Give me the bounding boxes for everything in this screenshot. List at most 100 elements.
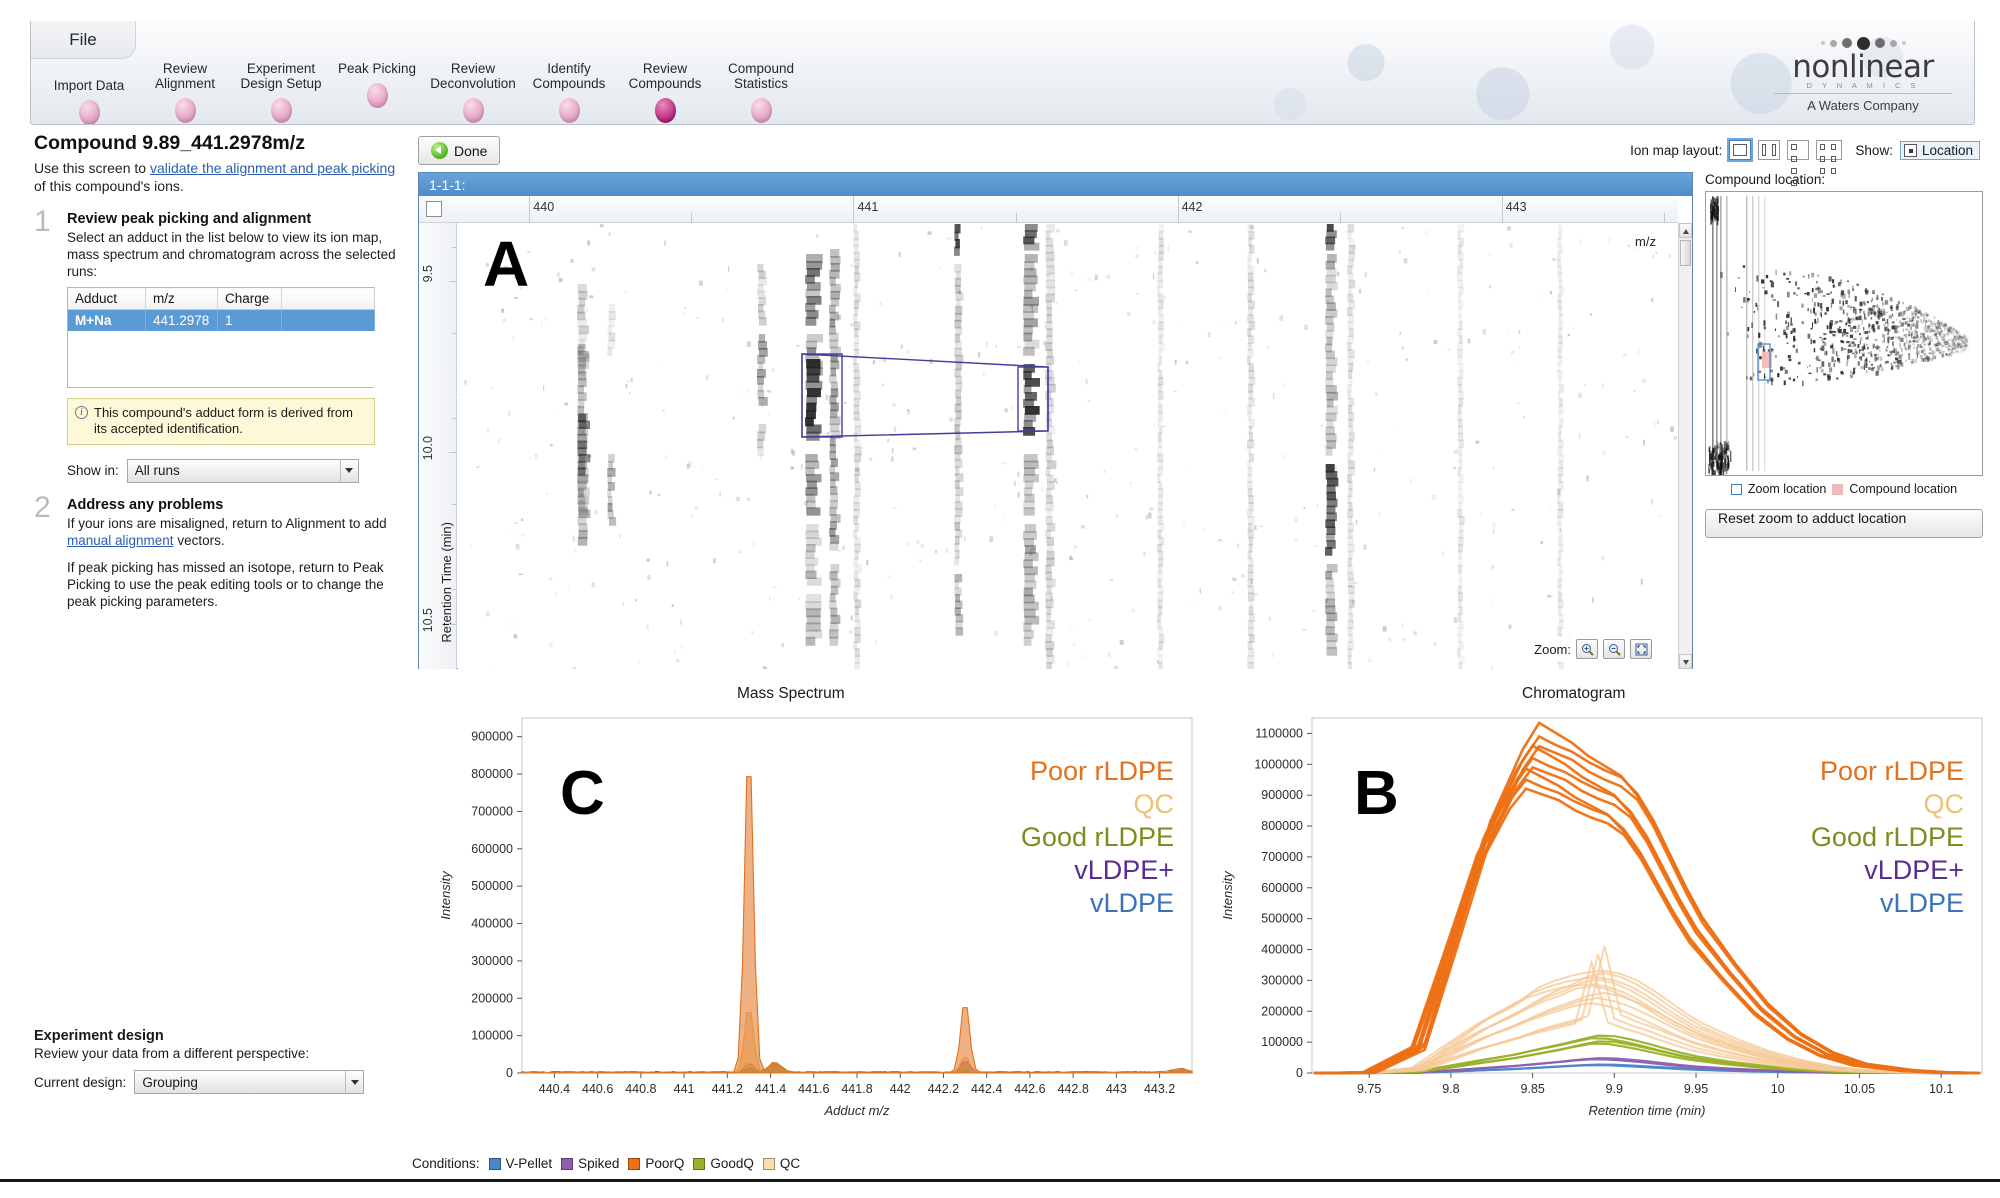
step2-prefix: If your ions are misaligned, return to A…: [67, 515, 387, 531]
ion-map-y-tick: [449, 281, 456, 283]
svg-text:B: B: [1354, 759, 1399, 828]
workflow-step-dot-icon[interactable]: [654, 98, 676, 123]
chromatogram-chart[interactable]: 0 100000 200000 300000 400000 500000 600000 700…: [1190, 710, 1990, 1135]
reset-zoom-button[interactable]: Reset zoom to adduct location: [1705, 509, 1983, 538]
nonlinear-logo: nonlinear D Y N A M I C S A Waters Compa…: [1768, 35, 1958, 113]
col-mz: m/z: [145, 287, 218, 310]
ion-map-panel[interactable]: 1-1-1: 440 441 442 443 Retention Time (min)…: [418, 172, 1693, 669]
workflow-step-dot-icon[interactable]: [462, 98, 484, 123]
table-header-row: Adduct m/z Charge: [67, 287, 375, 310]
back-arrow-icon: [431, 142, 448, 159]
cell-charge: 1: [217, 309, 282, 331]
workflow-step-import-data[interactable]: Import Data: [41, 61, 137, 124]
ion-map-plot[interactable]: A m/z Zoom:: [458, 224, 1678, 669]
show-in-select[interactable]: All runs: [126, 458, 359, 483]
workflow-step-review-deconvolution[interactable]: Review Deconvolution: [425, 61, 521, 123]
svg-text:600000: 600000: [1261, 881, 1303, 895]
workflow-step-peak-picking[interactable]: Peak Picking: [329, 61, 425, 108]
svg-text:QC: QC: [1134, 789, 1175, 819]
workflow-step-dot-icon[interactable]: [270, 98, 292, 123]
ion-map-select-checkbox[interactable]: [426, 201, 442, 217]
workflow-step-review-compounds[interactable]: Review Compounds: [617, 61, 713, 123]
ion-map-y-axis: Retention Time (min) 9.5 10.0 10.5: [419, 223, 457, 669]
info-note: i This compound's adduct form is derived…: [67, 397, 375, 445]
step-1-number: 1: [34, 205, 51, 238]
step-1: 1 Review peak picking and alignment Sele…: [34, 205, 409, 483]
layout-2x2-button[interactable]: [1787, 140, 1810, 186]
workflow-step-dot-icon[interactable]: [366, 83, 388, 108]
workflow-step-dot-icon[interactable]: [750, 98, 772, 123]
ion-map-panel-letter: A: [483, 228, 530, 300]
page-title: Compound 9.89_441.2978m/z: [34, 132, 305, 154]
zoom-location-swatch: [1730, 483, 1742, 495]
manual-alignment-link[interactable]: manual alignment: [67, 533, 174, 548]
workflow-step-experiment-design-setup[interactable]: Experiment Design Setup: [233, 61, 329, 123]
ion-map-y-tick-label: 10.5: [421, 607, 435, 632]
current-design-label: Current design:: [34, 1074, 127, 1090]
workflow-step-dot-icon[interactable]: [174, 98, 196, 123]
workflow-step-compound-statistics[interactable]: Compound Statistics: [713, 61, 809, 123]
scroll-up-icon[interactable]: [1679, 223, 1692, 238]
validate-alignment-link[interactable]: validate the alignment and peak picking: [150, 160, 395, 176]
condition-label: GoodQ: [710, 1156, 754, 1171]
show-location-toggle[interactable]: Location: [1899, 140, 1980, 160]
current-design-select[interactable]: Grouping: [134, 1070, 365, 1094]
workflow-step-identify-compounds[interactable]: Identify Compounds: [521, 61, 617, 123]
svg-text:500000: 500000: [1261, 912, 1303, 926]
ion-map-y-minor-tick: [452, 246, 456, 248]
chevron-down-icon[interactable]: [339, 459, 358, 482]
chevron-down-icon[interactable]: [345, 1071, 363, 1093]
svg-text:700000: 700000: [1261, 850, 1303, 864]
workflow-step-dot-icon[interactable]: [558, 98, 580, 123]
zoom-in-icon[interactable]: [1576, 639, 1598, 659]
file-tab[interactable]: File: [31, 21, 136, 59]
layout-1x1-button[interactable]: [1727, 138, 1754, 162]
svg-text:10: 10: [1771, 1082, 1785, 1096]
location-legend: Zoom location Compound location: [1705, 482, 1983, 496]
ion-map-x-minor-tick: [1339, 213, 1341, 223]
svg-text:441.8: 441.8: [841, 1082, 872, 1096]
workflow-step-dot-icon[interactable]: [78, 100, 100, 124]
ion-map-layout-controls: Ion map layout: Show: Location: [1630, 138, 1980, 186]
workflow-step-review-alignment[interactable]: Review Alignment: [137, 61, 233, 123]
mass-spectrum-chart[interactable]: 0 100000 200000 300000 400000 500000 600000 700…: [410, 710, 1200, 1135]
zoom-fit-icon[interactable]: [1630, 639, 1652, 659]
ion-map-vertical-scrollbar[interactable]: [1678, 223, 1692, 669]
scroll-down-icon[interactable]: [1679, 654, 1692, 669]
svg-text:440.6: 440.6: [582, 1082, 613, 1096]
zoom-label: Zoom:: [1534, 641, 1571, 657]
svg-text:441.6: 441.6: [798, 1082, 829, 1096]
compound-location-swatch: [1832, 483, 1844, 495]
ribbon: File Import Data Review Alignment Experime…: [30, 21, 1975, 125]
condition-label: V-Pellet: [505, 1156, 553, 1171]
layout-2x3-button[interactable]: [1816, 140, 1843, 174]
condition-swatch: [693, 1157, 706, 1170]
compound-location-title: Compound location:: [1705, 172, 1826, 187]
table-row[interactable]: M+Na 441.2978 1: [67, 309, 375, 331]
svg-text:Intensity: Intensity: [438, 870, 453, 920]
workflow-step-label: Review Compounds: [628, 61, 702, 91]
svg-text:700000: 700000: [471, 804, 513, 818]
workflow-step-label: Experiment Design Setup: [240, 61, 322, 91]
conditions-label: Conditions:: [412, 1156, 480, 1171]
condition-swatch: [628, 1157, 641, 1170]
done-button[interactable]: Done: [418, 136, 501, 165]
workflow-step-label: Peak Picking: [337, 61, 417, 76]
condition-item: GoodQ: [693, 1156, 754, 1171]
svg-text:400000: 400000: [471, 917, 513, 931]
chromatogram-title: Chromatogram: [1522, 685, 1626, 702]
adduct-table[interactable]: Adduct m/z Charge M+Na 441.2978 1: [67, 287, 375, 388]
svg-text:443.2: 443.2: [1144, 1082, 1175, 1096]
compound-location-panel: Compound location: Zoom location Compoun…: [1705, 172, 1983, 538]
condition-item: QC: [762, 1156, 800, 1171]
zoom-out-icon[interactable]: [1603, 639, 1625, 659]
svg-text:10.1: 10.1: [1929, 1082, 1953, 1096]
svg-text:Poor rLDPE: Poor rLDPE: [1030, 756, 1174, 786]
svg-text:9.9: 9.9: [1606, 1082, 1623, 1096]
compound-location-map[interactable]: [1705, 191, 1983, 476]
layout-1x2-button[interactable]: [1758, 140, 1781, 160]
scrollbar-thumb[interactable]: [1680, 240, 1691, 266]
svg-text:443: 443: [1106, 1082, 1127, 1096]
step-1-body: Select an adduct in the list below to vi…: [67, 230, 396, 279]
intro-prefix: Use this screen to: [34, 160, 150, 176]
